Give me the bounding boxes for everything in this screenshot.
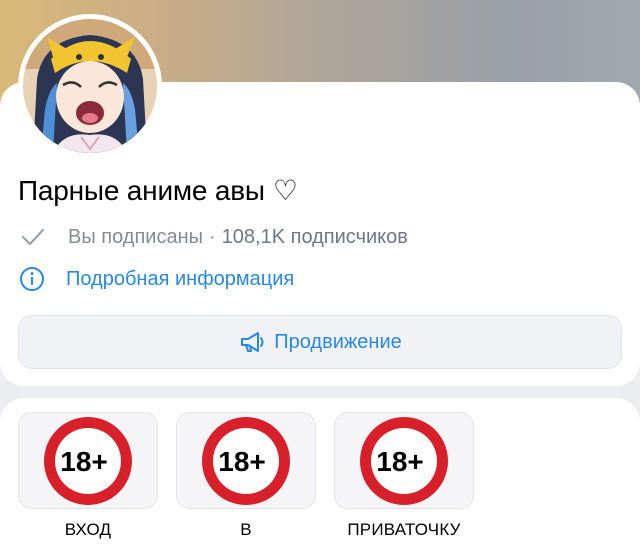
album-label-2: В [240, 520, 252, 539]
age-restriction-icon: 18+ [44, 416, 132, 505]
group-name: Парные аниме авы [18, 174, 265, 206]
anime-avatar-illustration [23, 19, 157, 153]
group-avatar[interactable] [18, 14, 162, 158]
album-tile-2[interactable]: 18+ [176, 412, 316, 509]
promotion-button[interactable]: Продвижение [18, 315, 622, 369]
details-row[interactable]: Подробная информация [18, 265, 294, 293]
age-badge-text: 18+ [60, 446, 108, 477]
subscription-status: Вы подписаны [68, 225, 203, 248]
details-link[interactable]: Подробная информация [66, 268, 294, 291]
album-label-3: ПРИВАТОЧКУ [347, 520, 461, 539]
subscription-row[interactable]: Вы подписаны · 108,1K подписчиков [18, 224, 408, 250]
age-restriction-icon: 18+ [202, 416, 290, 505]
heart-icon: ♡ [272, 174, 298, 207]
age-badge-text: 18+ [218, 446, 266, 477]
album-tile-3[interactable]: 18+ [334, 412, 474, 509]
info-circle-icon [20, 267, 44, 291]
avatar-image [23, 19, 157, 153]
album-label-1: ВХОД [64, 520, 112, 539]
separator-dot: · [209, 225, 216, 248]
age-restriction-icon: 18+ [360, 416, 448, 505]
checkmark-icon [21, 228, 45, 246]
promotion-label: Продвижение [274, 330, 402, 353]
group-title: Парные аниме авы ♡ [18, 174, 298, 207]
album-tile-1[interactable]: 18+ [18, 412, 158, 509]
subscriber-count: 108,1K подписчиков [221, 225, 408, 248]
megaphone-icon [241, 332, 264, 352]
age-badge-text: 18+ [376, 446, 424, 477]
